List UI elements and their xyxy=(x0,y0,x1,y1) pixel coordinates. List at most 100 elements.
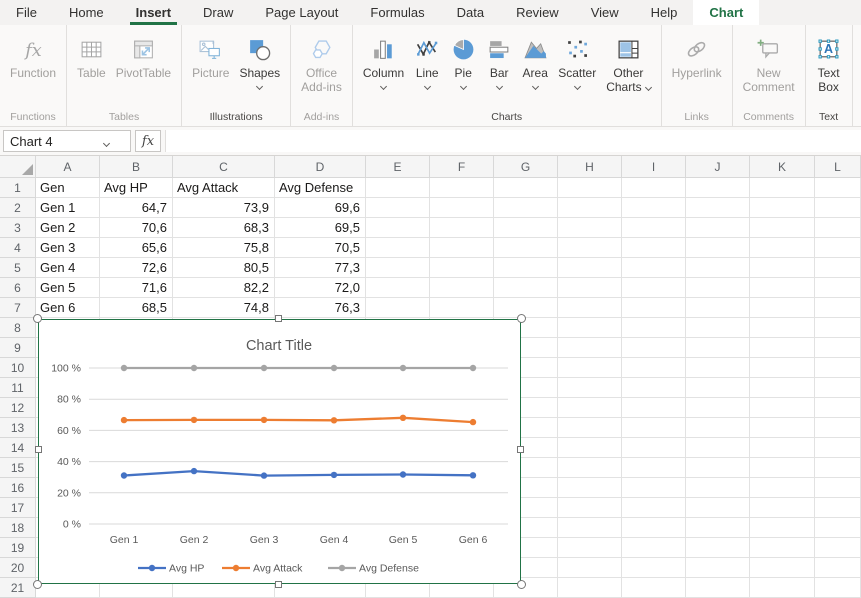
cell-H4[interactable] xyxy=(558,238,622,258)
row-header-16[interactable]: 16 xyxy=(0,478,36,498)
row-header-8[interactable]: 8 xyxy=(0,318,36,338)
cell-H7[interactable] xyxy=(558,298,622,318)
cell-E6[interactable] xyxy=(366,278,430,298)
cell-L10[interactable] xyxy=(815,358,861,378)
cell-H16[interactable] xyxy=(558,478,622,498)
cell-D1[interactable]: Avg Defense xyxy=(275,178,366,198)
cell-G1[interactable] xyxy=(494,178,558,198)
row-header-17[interactable]: 17 xyxy=(0,498,36,518)
cell-I12[interactable] xyxy=(622,398,686,418)
col-header-G[interactable]: G xyxy=(494,156,558,178)
cell-I8[interactable] xyxy=(622,318,686,338)
cell-K17[interactable] xyxy=(750,498,815,518)
cell-J1[interactable] xyxy=(686,178,750,198)
other-charts-button[interactable]: OtherCharts xyxy=(601,25,655,94)
pie-chevron-down-icon[interactable] xyxy=(460,83,467,90)
cell-K7[interactable] xyxy=(750,298,815,318)
cell-I6[interactable] xyxy=(622,278,686,298)
cell-J2[interactable] xyxy=(686,198,750,218)
cell-D3[interactable]: 69,5 xyxy=(275,218,366,238)
cell-H15[interactable] xyxy=(558,458,622,478)
col-header-D[interactable]: D xyxy=(275,156,366,178)
row-header-5[interactable]: 5 xyxy=(0,258,36,278)
cell-I2[interactable] xyxy=(622,198,686,218)
bar-chevron-down-icon[interactable] xyxy=(496,83,503,90)
cell-G7[interactable] xyxy=(494,298,558,318)
cell-H8[interactable] xyxy=(558,318,622,338)
cell-K10[interactable] xyxy=(750,358,815,378)
cell-G2[interactable] xyxy=(494,198,558,218)
col-header-A[interactable]: A xyxy=(36,156,100,178)
cell-K9[interactable] xyxy=(750,338,815,358)
cell-F6[interactable] xyxy=(430,278,494,298)
cell-H5[interactable] xyxy=(558,258,622,278)
cell-E7[interactable] xyxy=(366,298,430,318)
embedded-chart[interactable]: Chart Title0 %20 %40 %60 %80 %100 %Gen 1… xyxy=(38,319,521,584)
row-header-2[interactable]: 2 xyxy=(0,198,36,218)
cell-K3[interactable] xyxy=(750,218,815,238)
cell-H19[interactable] xyxy=(558,538,622,558)
menu-tab-draw[interactable]: Draw xyxy=(187,0,249,25)
cell-H1[interactable] xyxy=(558,178,622,198)
menu-tab-view[interactable]: View xyxy=(575,0,635,25)
cell-C5[interactable]: 80,5 xyxy=(173,258,275,278)
cell-D4[interactable]: 70,5 xyxy=(275,238,366,258)
column-button[interactable]: Column xyxy=(358,25,409,89)
col-header-C[interactable]: C xyxy=(173,156,275,178)
cell-J12[interactable] xyxy=(686,398,750,418)
col-header-B[interactable]: B xyxy=(100,156,173,178)
row-header-7[interactable]: 7 xyxy=(0,298,36,318)
cell-I13[interactable] xyxy=(622,418,686,438)
cell-C6[interactable]: 82,2 xyxy=(173,278,275,298)
cell-H18[interactable] xyxy=(558,518,622,538)
cell-L13[interactable] xyxy=(815,418,861,438)
cell-K11[interactable] xyxy=(750,378,815,398)
cell-I14[interactable] xyxy=(622,438,686,458)
cell-H6[interactable] xyxy=(558,278,622,298)
cell-K5[interactable] xyxy=(750,258,815,278)
cell-K18[interactable] xyxy=(750,518,815,538)
cell-I10[interactable] xyxy=(622,358,686,378)
shapes-button[interactable]: Shapes xyxy=(234,25,285,89)
cell-L3[interactable] xyxy=(815,218,861,238)
cell-C2[interactable]: 73,9 xyxy=(173,198,275,218)
cell-K1[interactable] xyxy=(750,178,815,198)
cell-L11[interactable] xyxy=(815,378,861,398)
cell-I19[interactable] xyxy=(622,538,686,558)
menu-tab-home[interactable]: Home xyxy=(53,0,120,25)
row-header-12[interactable]: 12 xyxy=(0,398,36,418)
scatter-button[interactable]: Scatter xyxy=(553,25,601,89)
menu-tab-data[interactable]: Data xyxy=(441,0,500,25)
cell-F4[interactable] xyxy=(430,238,494,258)
cell-B1[interactable]: Avg HP xyxy=(100,178,173,198)
formula-input[interactable] xyxy=(165,130,861,152)
cell-A1[interactable]: Gen xyxy=(36,178,100,198)
cell-B2[interactable]: 64,7 xyxy=(100,198,173,218)
row-header-1[interactable]: 1 xyxy=(0,178,36,198)
cell-H10[interactable] xyxy=(558,358,622,378)
cell-L6[interactable] xyxy=(815,278,861,298)
row-header-4[interactable]: 4 xyxy=(0,238,36,258)
cell-E2[interactable] xyxy=(366,198,430,218)
select-all-corner[interactable] xyxy=(0,156,36,178)
cell-J6[interactable] xyxy=(686,278,750,298)
cell-L19[interactable] xyxy=(815,538,861,558)
cell-C7[interactable]: 74,8 xyxy=(173,298,275,318)
menu-tab-page-layout[interactable]: Page Layout xyxy=(249,0,354,25)
cell-A7[interactable]: Gen 6 xyxy=(36,298,100,318)
cell-J5[interactable] xyxy=(686,258,750,278)
cell-B5[interactable]: 72,6 xyxy=(100,258,173,278)
cell-K16[interactable] xyxy=(750,478,815,498)
cell-D7[interactable]: 76,3 xyxy=(275,298,366,318)
row-header-21[interactable]: 21 xyxy=(0,578,36,598)
cell-D2[interactable]: 69,6 xyxy=(275,198,366,218)
cell-J21[interactable] xyxy=(686,578,750,598)
cell-L17[interactable] xyxy=(815,498,861,518)
cell-I7[interactable] xyxy=(622,298,686,318)
col-header-F[interactable]: F xyxy=(430,156,494,178)
area-button[interactable]: Area xyxy=(517,25,553,89)
cell-E4[interactable] xyxy=(366,238,430,258)
cell-H17[interactable] xyxy=(558,498,622,518)
cell-J20[interactable] xyxy=(686,558,750,578)
cell-I21[interactable] xyxy=(622,578,686,598)
